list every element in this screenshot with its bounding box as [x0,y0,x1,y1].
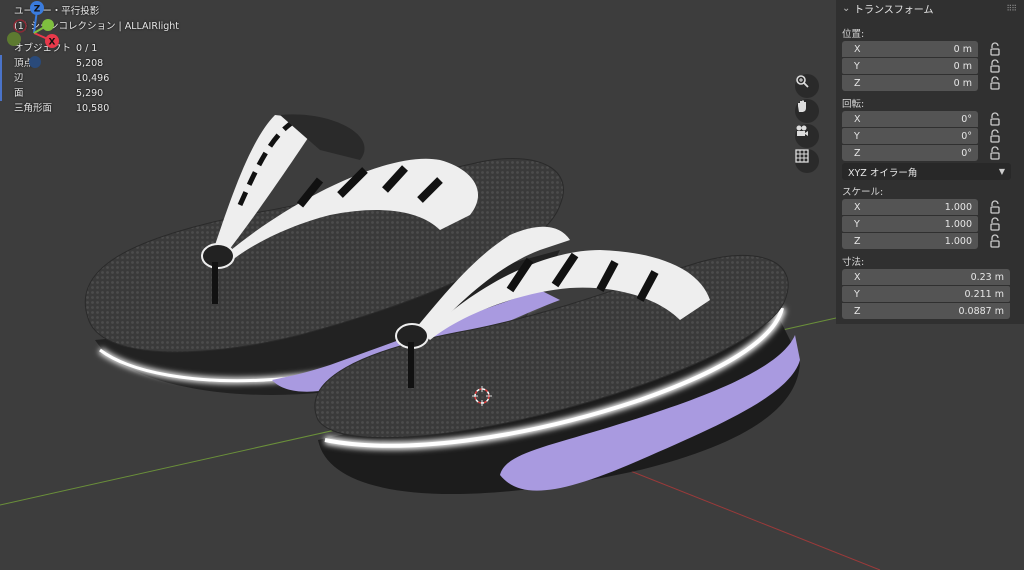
zoom-icon[interactable] [795,74,819,98]
dimensions-label: 寸法: [842,257,865,268]
stat-faces: 面 5,290 [14,88,104,99]
scale-label: スケール: [842,187,884,198]
neg-x-handle [13,19,27,33]
lock-icon[interactable] [988,112,1002,126]
chevron-down-icon: ▼ [998,167,1005,176]
scale-x-field[interactable]: X 1.000 [842,199,978,215]
neg-y-handle [7,32,21,46]
location-label: 位置: [842,29,865,40]
scale-y-field[interactable]: Y 1.000 [842,216,978,232]
z-label: Z [34,5,41,15]
dimensions-z-field[interactable]: Z 0.0887 m [842,303,1010,319]
location-z-field[interactable]: Z0 m [842,75,978,91]
lock-icon[interactable] [988,59,1002,73]
lock-icon[interactable] [988,146,1002,160]
dimensions-y-field[interactable]: Y 0.211 m [842,286,1010,302]
hand-icon[interactable] [795,99,819,123]
lock-icon[interactable] [988,234,1002,248]
lock-icon[interactable] [988,76,1002,90]
chevron-down-icon: ⌄ [842,2,851,14]
rotation-y-field[interactable]: Y 0° [842,128,978,144]
x-label: X [49,38,56,48]
scale-z-field[interactable]: Z 1.000 [842,233,978,249]
y-handle [42,19,54,31]
panel-title: トランスフォーム [854,4,934,16]
lock-icon[interactable] [988,200,1002,214]
drag-handle-icon[interactable]: ⠿⠿ [1006,4,1017,13]
navigation-gizmo[interactable]: Z X [0,0,70,70]
location-y-field[interactable]: Y0 m [842,58,978,74]
dimensions-x-field[interactable]: X 0.23 m [842,269,1010,285]
camera-icon[interactable] [795,124,819,148]
lock-icon[interactable] [988,42,1002,56]
stat-edges: 辺 10,496 [14,73,110,84]
lock-icon[interactable] [988,129,1002,143]
rotation-label: 回転: [842,99,865,110]
panel-header[interactable]: ⌄ トランスフォーム [836,0,1024,16]
rotation-z-field[interactable]: Z 0° [842,145,978,161]
location-x-field[interactable]: X0 m [842,41,978,57]
transform-panel: ⌄ トランスフォーム ⠿⠿ 位置: X0 m Y0 m Z0 m 回転: X 0°… [836,0,1024,324]
rotation-x-field[interactable]: X 0° [842,111,978,127]
rotation-mode-select[interactable]: XYZ オイラー角 ▼ [842,163,1011,180]
neg-z-handle [29,56,41,68]
stat-triangles: 三角形面 10,580 [14,103,110,114]
grid-icon[interactable] [795,149,819,173]
lock-icon[interactable] [988,217,1002,231]
